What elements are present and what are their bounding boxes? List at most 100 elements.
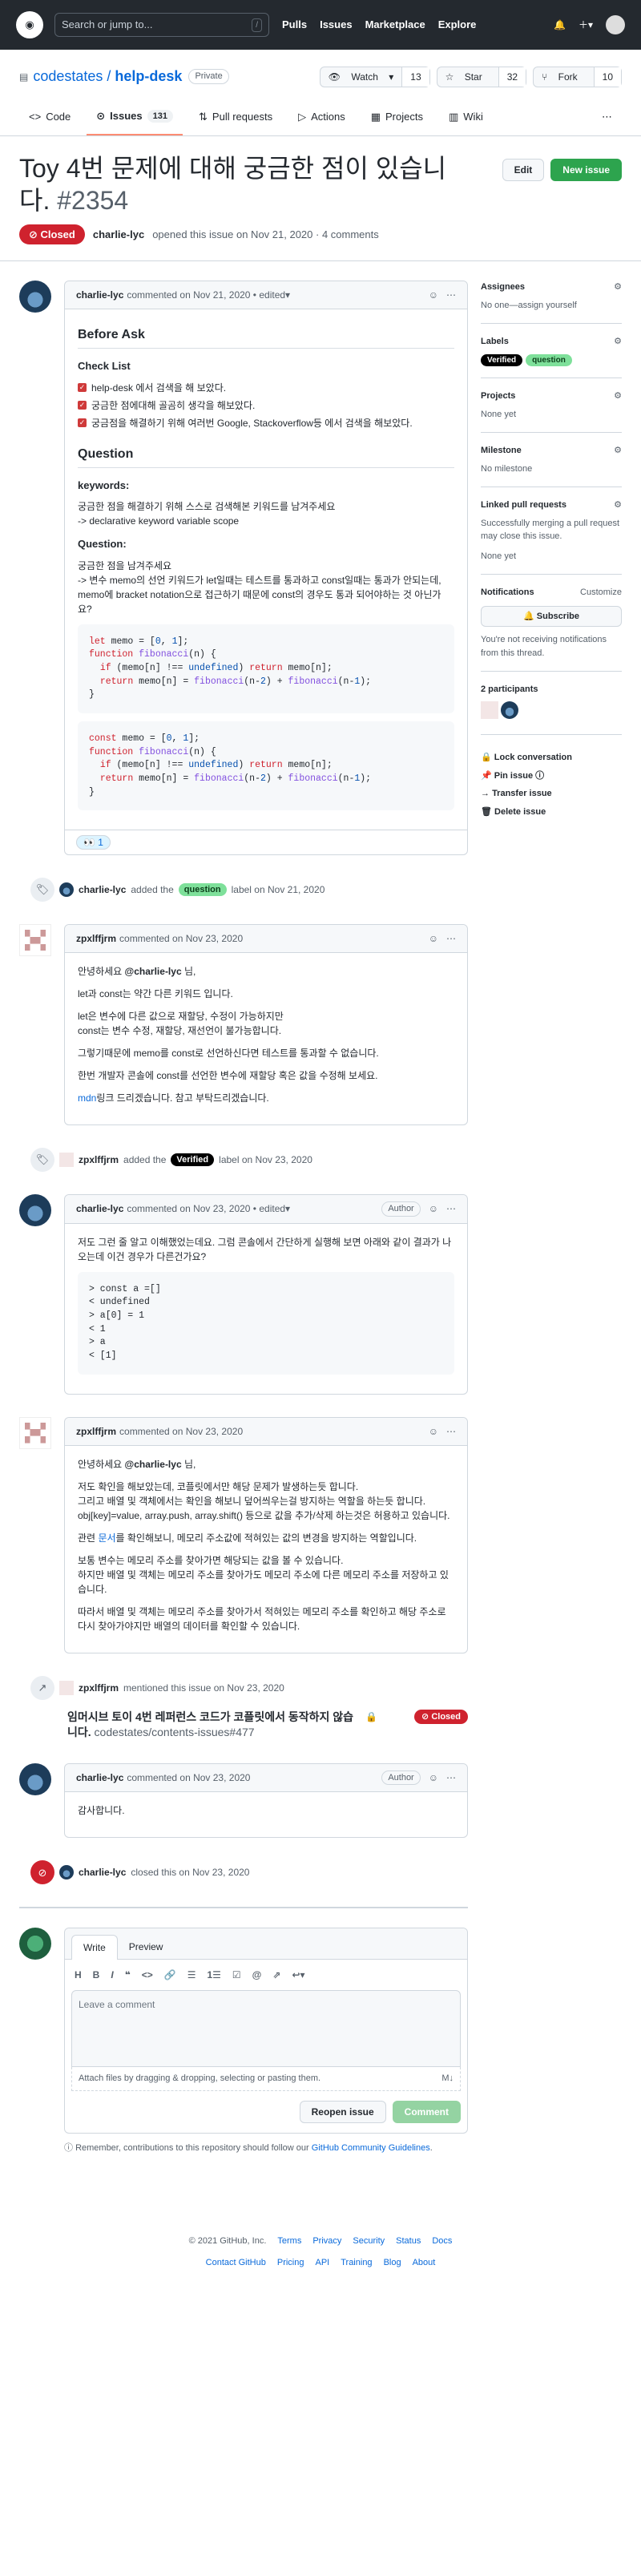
comment-author[interactable]: zpxlffjrm (76, 1424, 116, 1439)
tab-preview[interactable]: Preview (118, 1935, 175, 1959)
footer-link-api[interactable]: API (315, 2256, 329, 2270)
avatar[interactable] (481, 701, 498, 719)
footer-link-about[interactable]: About (413, 2256, 436, 2270)
avatar[interactable] (19, 1194, 51, 1227)
comment-meta[interactable]: commented on Nov 23, 2020 (127, 1770, 250, 1785)
nav-marketplace[interactable]: Marketplace (365, 17, 425, 33)
avatar[interactable] (501, 701, 519, 719)
reply-icon[interactable]: ↩▾ (292, 1968, 304, 1982)
event-user[interactable]: charlie-lyc (79, 1865, 126, 1880)
star-count[interactable]: 32 (498, 67, 526, 87)
github-logo-icon[interactable]: ◉ (16, 11, 43, 38)
avatar[interactable] (19, 1416, 51, 1449)
fork-button[interactable]: ⑂ Fork 10 (533, 66, 622, 87)
avatar[interactable] (59, 1680, 74, 1695)
footer-link-docs[interactable]: Docs (432, 2235, 452, 2248)
checkbox-icon[interactable]: ✓ (78, 383, 87, 392)
reference-repo[interactable]: codestates/contents-issues#477 (95, 1726, 255, 1738)
comment-meta[interactable]: commented on Nov 21, 2020 • edited (127, 288, 285, 302)
guidelines-link[interactable]: GitHub Community Guidelines (312, 2143, 430, 2153)
avatar[interactable] (19, 1762, 51, 1795)
footer-link-terms[interactable]: Terms (277, 2235, 301, 2248)
smiley-icon[interactable]: ☺ (429, 1770, 438, 1785)
kebab-icon[interactable]: ⋯ (446, 931, 456, 946)
comment-button[interactable]: Comment (392, 2100, 461, 2123)
comment-textarea[interactable]: Leave a comment (71, 1990, 461, 2068)
comment-meta[interactable]: commented on Nov 23, 2020 (119, 931, 243, 946)
comment-author[interactable]: charlie-lyc (76, 1201, 123, 1216)
footer-link-status[interactable]: Status (396, 2235, 421, 2248)
footer-link-blog[interactable]: Blog (384, 2256, 401, 2270)
pin-issue[interactable]: 📌 Pin issue ⓘ (481, 769, 622, 783)
avatar[interactable] (19, 1928, 51, 1960)
tab-projects[interactable]: ▦ Projects (361, 102, 433, 135)
label-badge[interactable]: Verified (481, 353, 523, 366)
customize-link[interactable]: Customize (580, 586, 622, 600)
repo-owner-link[interactable]: codestates (33, 68, 103, 84)
checkbox-icon[interactable]: ✓ (78, 401, 87, 410)
gear-icon[interactable]: ⚙ (614, 444, 622, 458)
bold-icon[interactable]: B (93, 1968, 100, 1982)
kebab-icon[interactable]: ⋯ (446, 1424, 456, 1439)
checkbox-icon[interactable]: ✓ (78, 418, 87, 427)
gear-icon[interactable]: ⚙ (614, 390, 622, 403)
repo-name-link[interactable]: help-desk (115, 68, 182, 84)
docs-link[interactable]: 문서 (98, 1532, 115, 1544)
smiley-icon[interactable]: ☺ (429, 1201, 438, 1216)
comment-author[interactable]: charlie-lyc (76, 1770, 123, 1785)
gear-icon[interactable]: ⚙ (614, 335, 622, 349)
label-badge[interactable]: question (526, 353, 572, 366)
avatar[interactable] (59, 1865, 74, 1880)
smiley-icon[interactable]: ☺ (429, 931, 438, 946)
assignees-value[interactable]: No one—assign yourself (481, 301, 577, 310)
numbered-list-icon[interactable]: 1☰ (207, 1968, 220, 1982)
avatar[interactable] (19, 281, 51, 313)
fork-count[interactable]: 10 (593, 67, 621, 87)
mention-icon[interactable]: @ (252, 1968, 262, 1982)
tab-pull-requests[interactable]: ⇅ Pull requests (189, 102, 282, 135)
label-badge[interactable]: question (178, 882, 227, 897)
tab-issues[interactable]: ⊙ Issues 131 (87, 102, 183, 135)
lock-conversation[interactable]: 🔒 Lock conversation (481, 751, 622, 765)
tab-write[interactable]: Write (71, 1935, 118, 1960)
nav-issues[interactable]: Issues (320, 17, 352, 33)
footer-link-privacy[interactable]: Privacy (312, 2235, 341, 2248)
nav-pulls[interactable]: Pulls (282, 17, 307, 33)
code-icon[interactable]: <> (142, 1968, 153, 1982)
reaction-eyes[interactable]: 👀 1 (76, 835, 111, 850)
issue-author[interactable]: charlie-lyc (93, 227, 144, 243)
bell-icon[interactable]: 🔔 (554, 18, 566, 32)
mdn-link[interactable]: mdn (78, 1092, 96, 1104)
smiley-icon[interactable]: ☺ (429, 288, 438, 302)
comment-meta[interactable]: commented on Nov 23, 2020 (119, 1424, 243, 1439)
gear-icon[interactable]: ⚙ (614, 281, 622, 294)
avatar[interactable] (59, 1153, 74, 1168)
event-user[interactable]: zpxlffjrm (79, 1153, 119, 1167)
watch-button[interactable]: 👁 Watch ▾ 13 (319, 66, 430, 87)
new-issue-button[interactable]: New issue (550, 158, 622, 181)
transfer-issue[interactable]: → Transfer issue (481, 787, 622, 801)
cross-reference-icon[interactable]: ⇗ (272, 1968, 280, 1982)
markdown-icon[interactable]: M↓ (441, 2072, 454, 2085)
comment-meta[interactable]: commented on Nov 23, 2020 • edited (127, 1201, 285, 1216)
attach-files[interactable]: Attach files by dragging & dropping, sel… (71, 2067, 461, 2091)
delete-issue[interactable]: 🗑 Delete issue (481, 806, 622, 819)
comment-author[interactable]: zpxlffjrm (76, 931, 116, 946)
link-icon[interactable]: 🔗 (164, 1968, 176, 1982)
user-mention[interactable]: @charlie-lyc (125, 966, 182, 977)
watch-count[interactable]: 13 (401, 67, 429, 87)
avatar[interactable] (59, 882, 74, 898)
bullet-list-icon[interactable]: ☰ (187, 1968, 196, 1982)
plus-icon[interactable]: ＋▾ (579, 18, 593, 32)
footer-link-training[interactable]: Training (341, 2256, 372, 2270)
tab-wiki[interactable]: ▥ Wiki (439, 102, 493, 135)
avatar[interactable] (606, 15, 625, 34)
tab-code[interactable]: <> Code (19, 102, 80, 135)
tab-actions[interactable]: ▷ Actions (288, 102, 355, 135)
smiley-icon[interactable]: ☺ (429, 1424, 438, 1439)
label-badge[interactable]: Verified (171, 1153, 215, 1167)
kebab-icon[interactable]: ⋯ (446, 1770, 456, 1785)
star-button[interactable]: ☆ Star 32 (436, 66, 527, 87)
comment-author[interactable]: charlie-lyc (76, 288, 123, 302)
subscribe-button[interactable]: 🔔 Subscribe (481, 605, 622, 627)
